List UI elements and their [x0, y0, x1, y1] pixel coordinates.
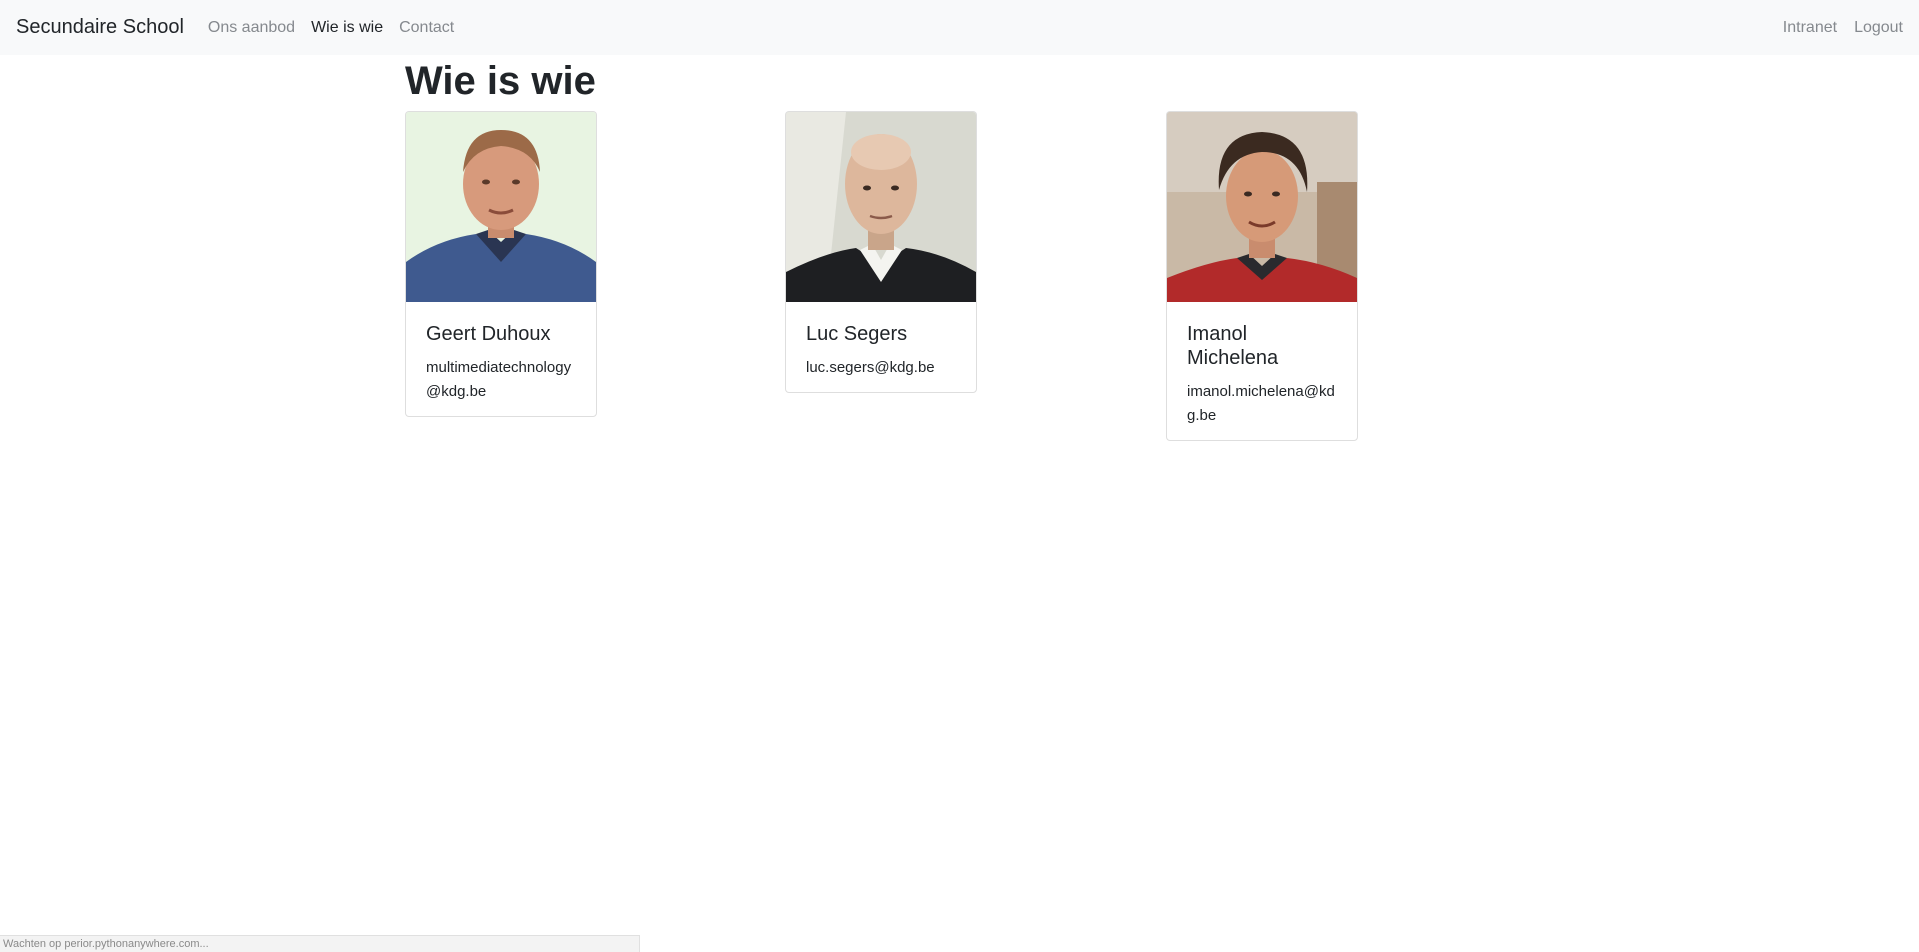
- page-title: Wie is wie: [405, 59, 596, 103]
- nav-left: Secundaire School Ons aanbod Wie is wie …: [16, 16, 470, 39]
- person-card: Luc Segers luc.segers@kdg.be: [785, 111, 977, 393]
- person-card: Geert Duhoux multimediatechnology@kdg.be: [405, 111, 597, 417]
- person-card: Imanol Michelena imanol.michelena@kdg.be: [1166, 111, 1358, 441]
- person-photo: [1167, 112, 1357, 302]
- person-card-body: Geert Duhoux multimediatechnology@kdg.be: [406, 302, 596, 416]
- brand-link[interactable]: Secundaire School: [16, 16, 184, 39]
- nav-link-logout[interactable]: Logout: [1854, 19, 1903, 37]
- person-card-body: Luc Segers luc.segers@kdg.be: [786, 302, 976, 392]
- browser-status-bar: Wachten op perior.pythonanywhere.com...: [0, 935, 640, 952]
- person-photo: [786, 112, 976, 302]
- person-photo: [406, 112, 596, 302]
- person-name: Imanol Michelena: [1187, 323, 1279, 369]
- person-name: Geert Duhoux: [426, 323, 551, 345]
- person-name: Luc Segers: [806, 323, 908, 345]
- person-email: multimediatechnology@kdg.be: [426, 359, 572, 400]
- person-card-body: Imanol Michelena imanol.michelena@kdg.be: [1167, 302, 1357, 440]
- nav-link-wie-is-wie[interactable]: Wie is wie: [311, 19, 383, 37]
- person-email: luc.segers@kdg.be: [806, 359, 935, 376]
- nav-link-ons-aanbod[interactable]: Ons aanbod: [208, 19, 295, 37]
- person-email: imanol.michelena@kdg.be: [1187, 383, 1335, 424]
- nav-link-contact[interactable]: Contact: [399, 19, 454, 37]
- nav-link-intranet[interactable]: Intranet: [1783, 19, 1837, 37]
- top-navbar: Secundaire School Ons aanbod Wie is wie …: [0, 0, 1919, 55]
- nav-right: Intranet Logout: [1766, 19, 1903, 37]
